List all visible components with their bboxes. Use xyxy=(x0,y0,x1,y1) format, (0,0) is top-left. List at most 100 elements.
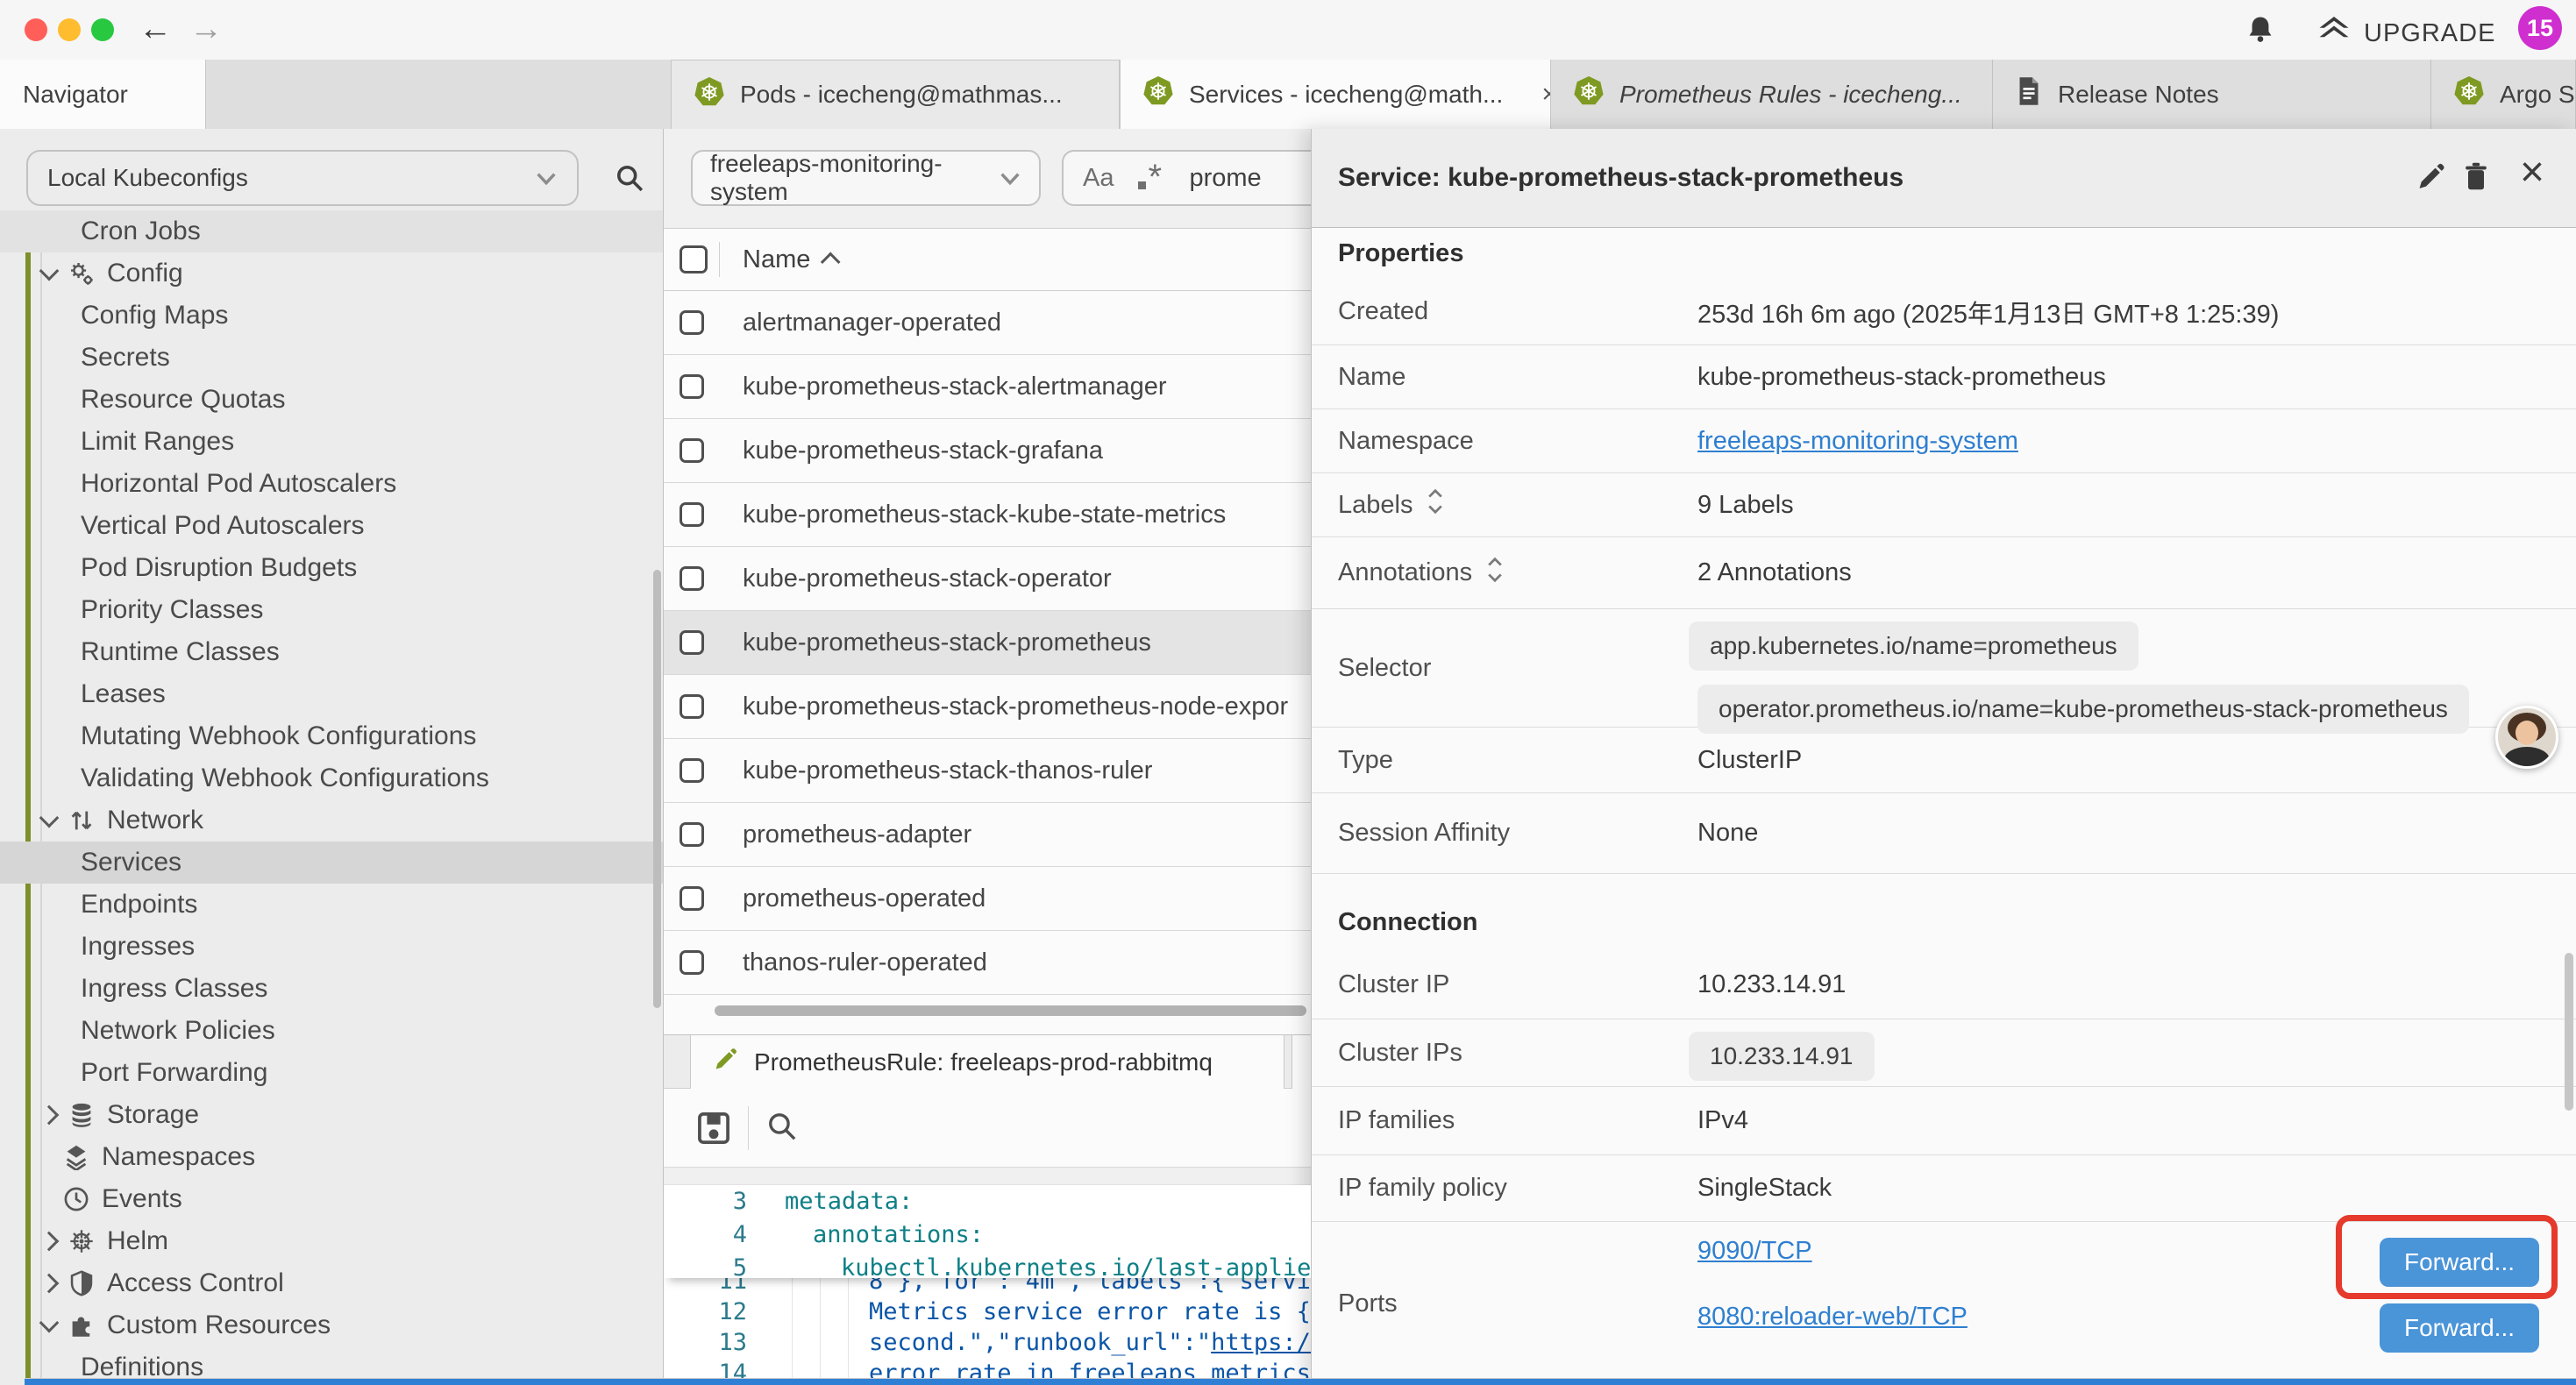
upgrade-chevrons-icon xyxy=(2316,14,2352,53)
delete-trash-icon[interactable] xyxy=(2460,160,2492,196)
sidebar-item-services[interactable]: Services xyxy=(0,842,663,884)
sidebar-item-cron-jobs[interactable]: Cron Jobs xyxy=(0,210,663,252)
tab-services-icecheng-math[interactable]: Services - icecheng@math...× xyxy=(1120,60,1551,129)
table-row[interactable]: kube-prometheus-stack-kube-state-metrics xyxy=(664,483,1311,547)
row-checkbox[interactable] xyxy=(680,566,704,591)
sidebar-item-limit-ranges[interactable]: Limit Ranges xyxy=(0,421,663,463)
sidebar-item-access-control[interactable]: Access Control xyxy=(0,1262,663,1304)
tab-argo-se[interactable]: Argo Se xyxy=(2431,60,2576,129)
sidebar-item-mutating-webhook-configurations[interactable]: Mutating Webhook Configurations xyxy=(0,715,663,757)
updown-control-icon[interactable] xyxy=(1427,488,1444,522)
tab-close-icon[interactable]: × xyxy=(1541,80,1551,110)
match-case-toggle[interactable]: Aa xyxy=(1083,164,1114,193)
sidebar-item-secrets[interactable]: Secrets xyxy=(0,337,663,379)
chevron-down-icon[interactable] xyxy=(39,1313,60,1333)
chevron-right-icon[interactable] xyxy=(39,1232,60,1252)
row-checkbox[interactable] xyxy=(680,438,704,463)
window-zoom-button[interactable] xyxy=(91,18,114,41)
window-close-button[interactable] xyxy=(25,18,47,41)
row-checkbox[interactable] xyxy=(680,950,704,975)
sidebar-item-port-forwarding[interactable]: Port Forwarding xyxy=(0,1052,663,1094)
updown-control-icon[interactable] xyxy=(1486,557,1504,590)
sidebar-search-icon[interactable] xyxy=(614,162,645,198)
sidebar-item-leases[interactable]: Leases xyxy=(0,673,663,715)
editor-tab-prometheusrule[interactable]: PrometheusRule: freeleaps-prod-rabbitmq xyxy=(690,1035,1284,1089)
chevron-down-icon[interactable] xyxy=(39,808,60,828)
row-checkbox[interactable] xyxy=(680,694,704,719)
forward-button[interactable]: → xyxy=(189,7,223,51)
table-row[interactable]: prometheus-adapter xyxy=(664,803,1311,867)
close-icon[interactable]: × xyxy=(2520,148,2544,196)
sidebar-item-network-policies[interactable]: Network Policies xyxy=(0,1010,663,1052)
row-checkbox[interactable] xyxy=(680,630,704,655)
chevron-right-icon[interactable] xyxy=(39,1105,60,1126)
select-all-checkbox[interactable] xyxy=(680,245,708,273)
table-row[interactable]: kube-prometheus-stack-thanos-ruler xyxy=(664,739,1311,803)
property-value-link[interactable]: freeleaps-monitoring-system xyxy=(1697,427,2018,456)
sidebar-item-endpoints[interactable]: Endpoints xyxy=(0,884,663,926)
forward-button[interactable]: Forward... xyxy=(2380,1303,2539,1353)
table-row[interactable]: thanos-ruler-operated xyxy=(664,931,1311,995)
column-header-name[interactable]: Name xyxy=(743,229,840,290)
sidebar-item-network[interactable]: Network xyxy=(0,799,663,842)
row-checkbox[interactable] xyxy=(680,374,704,399)
namespace-select[interactable]: freeleaps-monitoring-system xyxy=(691,150,1041,206)
table-row[interactable]: kube-prometheus-stack-operator xyxy=(664,547,1311,611)
sidebar-item-storage[interactable]: Storage xyxy=(0,1094,663,1136)
table-row[interactable]: kube-prometheus-stack-prometheus xyxy=(664,611,1311,675)
table-row[interactable]: prometheus-operated xyxy=(664,867,1311,931)
drawer-scrollbar[interactable] xyxy=(2565,953,2573,1111)
row-checkbox[interactable] xyxy=(680,822,704,847)
tab-release-notes[interactable]: Release Notes xyxy=(1993,60,2431,129)
sidebar-item-runtime-classes[interactable]: Runtime Classes xyxy=(0,631,663,673)
sidebar-item-resource-quotas[interactable]: Resource Quotas xyxy=(0,379,663,421)
upgrade-button[interactable]: UPGRADE xyxy=(2316,14,2495,53)
sidebar-item-custom-resources[interactable]: Custom Resources xyxy=(0,1304,663,1346)
notifications-bell-icon[interactable] xyxy=(2245,14,2276,50)
sidebar-item-validating-webhook-configurations[interactable]: Validating Webhook Configurations xyxy=(0,757,663,799)
chevron-right-icon[interactable] xyxy=(39,1274,60,1294)
editor-search-icon[interactable] xyxy=(765,1109,800,1148)
kubeconfig-select[interactable]: Local Kubeconfigs xyxy=(26,150,579,206)
resource-search-input[interactable]: Aa * prome xyxy=(1062,150,1311,206)
yaml-editor[interactable]: 118"},"for":"4m","labels":{"service":"12… xyxy=(664,1185,1311,1385)
port-link[interactable]: 8080:reloader-web/TCP xyxy=(1697,1303,1968,1332)
sidebar-item-label: Namespaces xyxy=(102,1142,255,1172)
row-checkbox[interactable] xyxy=(680,886,704,911)
sidebar-item-namespaces[interactable]: Namespaces xyxy=(0,1136,663,1178)
sidebar-item-config[interactable]: Config xyxy=(0,252,663,295)
back-button[interactable]: ← xyxy=(139,7,172,51)
tab-pods-icecheng-mathmas[interactable]: Pods - icecheng@mathmas... xyxy=(671,60,1120,129)
table-row[interactable]: kube-prometheus-stack-grafana xyxy=(664,419,1311,483)
row-checkbox[interactable] xyxy=(680,502,704,527)
update-count-badge[interactable]: 15 xyxy=(2518,6,2562,50)
edit-pencil-icon[interactable] xyxy=(2415,160,2446,196)
table-row[interactable]: alertmanager-operated xyxy=(664,291,1311,355)
sidebar-item-ingresses[interactable]: Ingresses xyxy=(0,926,663,968)
sidebar-item-priority-classes[interactable]: Priority Classes xyxy=(0,589,663,631)
regex-toggle[interactable]: * xyxy=(1136,163,1166,193)
table-row[interactable]: kube-prometheus-stack-alertmanager xyxy=(664,355,1311,419)
sidebar-item-vertical-pod-autoscalers[interactable]: Vertical Pod Autoscalers xyxy=(0,505,663,547)
upgrade-label: UPGRADE xyxy=(2364,19,2495,48)
tab-navigator[interactable]: Navigator xyxy=(0,60,206,129)
sidebar-item-pod-disruption-budgets[interactable]: Pod Disruption Budgets xyxy=(0,547,663,589)
table-row[interactable]: kube-prometheus-stack-prometheus-node-ex… xyxy=(664,675,1311,739)
sidebar-item-helm[interactable]: Helm xyxy=(0,1220,663,1262)
row-checkbox[interactable] xyxy=(680,310,704,335)
editor-tab-next[interactable] xyxy=(1292,1035,1311,1089)
sidebar-item-config-maps[interactable]: Config Maps xyxy=(0,295,663,337)
sidebar-item-ingress-classes[interactable]: Ingress Classes xyxy=(0,968,663,1010)
horizontal-scrollbar[interactable] xyxy=(715,1005,1306,1016)
tab-prometheus-rules-icecheng[interactable]: Prometheus Rules - icecheng... xyxy=(1551,60,1993,129)
port-link[interactable]: 9090/TCP xyxy=(1697,1237,1812,1266)
sidebar-scrollbar[interactable] xyxy=(653,570,661,1008)
avatar[interactable] xyxy=(2495,706,2558,769)
save-icon[interactable] xyxy=(694,1109,733,1152)
sidebar-item-label: Mutating Webhook Configurations xyxy=(81,721,476,751)
sidebar-item-horizontal-pod-autoscalers[interactable]: Horizontal Pod Autoscalers xyxy=(0,463,663,505)
window-minimize-button[interactable] xyxy=(58,18,81,41)
chevron-down-icon[interactable] xyxy=(39,261,60,281)
row-checkbox[interactable] xyxy=(680,758,704,783)
sidebar-item-events[interactable]: Events xyxy=(0,1178,663,1220)
